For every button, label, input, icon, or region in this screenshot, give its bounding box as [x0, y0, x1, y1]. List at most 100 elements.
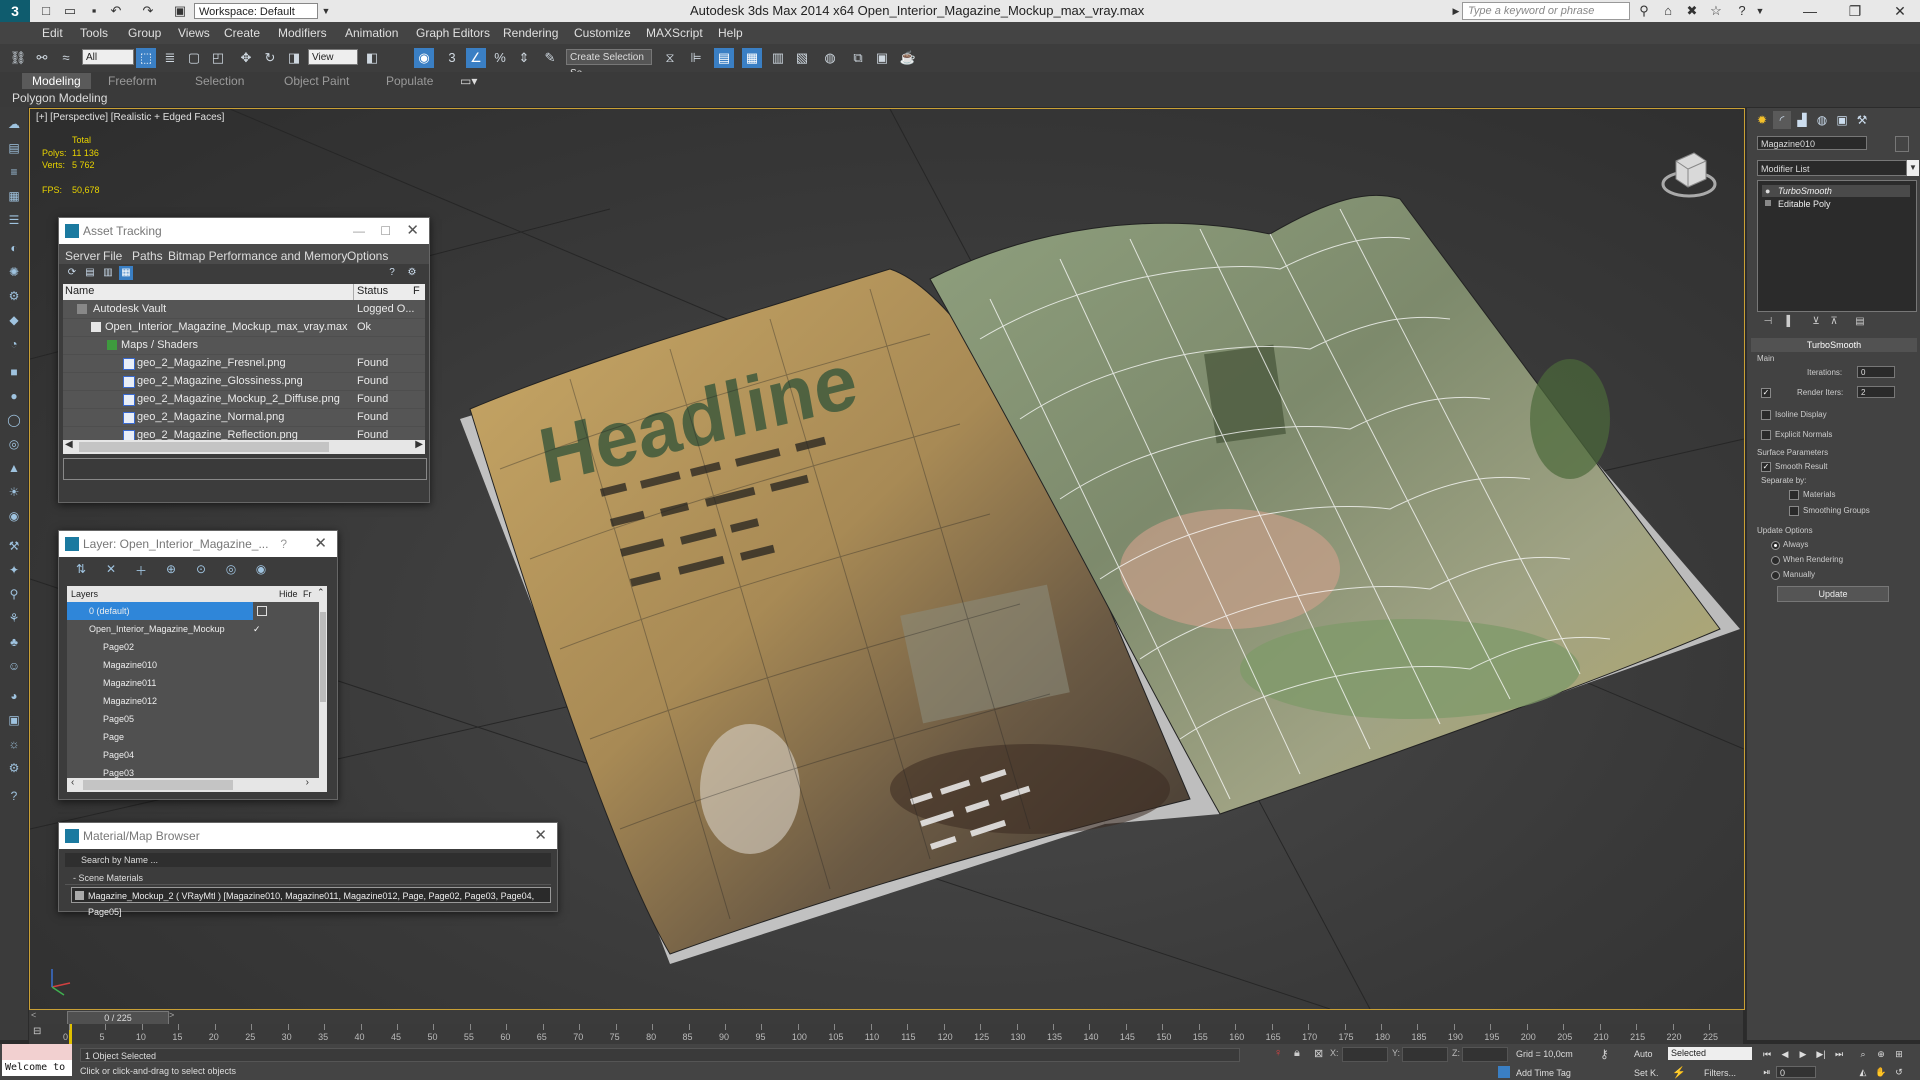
list-item[interactable]: Page — [67, 728, 319, 746]
render-iters-spinner[interactable]: 2 — [1857, 386, 1895, 398]
isoline-display-checkbox[interactable] — [1761, 410, 1771, 420]
percent-snap-icon[interactable]: % — [490, 48, 510, 68]
modifier-icon[interactable]: ⚒ — [5, 537, 23, 555]
column-hide[interactable]: Hide — [279, 589, 298, 599]
refresh-icon[interactable]: ⟳ — [65, 266, 79, 280]
create-tab-icon[interactable]: ✹ — [1753, 111, 1771, 129]
material-search-input[interactable]: Search by Name ... — [65, 853, 551, 867]
menu-group[interactable]: Group — [128, 26, 161, 40]
select-and-scale-icon[interactable]: ◨ — [284, 48, 304, 68]
add-layer-icon[interactable]: ＋ — [133, 562, 149, 578]
save-icon[interactable]: ▪ — [86, 3, 102, 19]
favorites-star-icon[interactable]: ☆ — [1708, 3, 1724, 19]
scroll-left-icon[interactable]: ‹ — [71, 777, 74, 788]
shapes-icon[interactable]: ◔ — [5, 335, 23, 353]
track-bar[interactable]: ⊟ 0 5 10 15 20 25 30 35 40 45 50 55 60 65 70 75 80 85 90 95… — [29, 1024, 1743, 1044]
help-icon[interactable]: ? — [385, 266, 399, 280]
window-crossing-icon[interactable]: ◰ — [208, 48, 228, 68]
menu-create[interactable]: Create — [224, 26, 260, 40]
help-chevron-icon[interactable]: ▼ — [1752, 3, 1768, 19]
light-icon[interactable]: ✺ — [5, 263, 23, 281]
zoom-extents-icon[interactable]: ⊞ — [1892, 1048, 1906, 1060]
workspace-dropdown[interactable]: Workspace: Default — [194, 3, 318, 19]
current-layer-icon[interactable] — [257, 606, 267, 616]
cone-icon[interactable]: ▲ — [5, 459, 23, 477]
modifier-list-dropdown[interactable]: Modifier List — [1757, 160, 1907, 176]
camera-icon[interactable]: ◐ — [5, 239, 23, 257]
tab-freeform[interactable]: Freeform — [108, 74, 157, 88]
help-icon[interactable]: ? — [1734, 3, 1750, 19]
pivot-center-icon[interactable]: ◧ — [362, 48, 382, 68]
ribbon-toggle-icon[interactable]: ▥ — [768, 48, 788, 68]
add-selection-icon[interactable]: ⊕ — [163, 562, 179, 576]
tree-view-icon[interactable]: ▥ — [101, 266, 115, 280]
smooth-result-checkbox[interactable]: ✓ — [1761, 462, 1771, 472]
torus-icon[interactable]: ◎ — [5, 435, 23, 453]
scene-materials-group[interactable]: - Scene Materials — [65, 871, 551, 885]
isolate-icon[interactable]: ♀ — [1274, 1047, 1282, 1059]
scroll-right-icon[interactable]: › — [306, 777, 309, 788]
menu-paths[interactable]: Paths — [132, 249, 163, 263]
set-key-button[interactable]: Set K. — [1634, 1068, 1659, 1078]
field-of-view-icon[interactable]: ◭ — [1856, 1066, 1870, 1078]
list-item[interactable]: Page02 — [67, 638, 319, 656]
time-slider-left-icon[interactable]: < — [31, 1010, 36, 1020]
update-button[interactable]: Update — [1777, 586, 1889, 602]
expand-icon[interactable] — [1765, 200, 1771, 206]
lightbulb-icon[interactable]: ● — [1765, 185, 1770, 197]
vertical-scrollbar[interactable] — [319, 602, 327, 778]
key-filters-button[interactable]: Filters... — [1704, 1068, 1736, 1078]
bind-space-warp-icon[interactable]: ≈ — [56, 48, 76, 68]
scene-explorer-icon[interactable]: ☁ — [5, 115, 23, 133]
always-radio[interactable] — [1771, 541, 1780, 550]
column-layers[interactable]: Layers — [71, 589, 98, 599]
column-extra[interactable]: F — [413, 285, 420, 297]
app-logo-icon[interactable]: 3 — [0, 0, 30, 22]
communication-center-icon[interactable]: ✖ — [1684, 3, 1700, 19]
time-slider-right-icon[interactable]: > — [169, 1010, 174, 1020]
go-to-start-icon[interactable]: ⏮ — [1760, 1048, 1774, 1060]
helper-icon[interactable]: ⚙ — [5, 287, 23, 305]
render-icon[interactable]: ▣ — [5, 711, 23, 729]
show-end-result-icon[interactable]: ▌ — [1783, 316, 1797, 330]
go-to-end-icon[interactable]: ⏭ — [1832, 1048, 1846, 1060]
menu-rendering[interactable]: Rendering — [503, 26, 558, 40]
layer-explorer-titlebar[interactable]: Layer: Open_Interior_Magazine_... ? ✕ — [59, 531, 337, 557]
pin-stack-icon[interactable]: ⊣ — [1761, 316, 1775, 330]
redo-icon[interactable]: ↷ — [140, 3, 156, 19]
character-icon[interactable]: ☺ — [5, 657, 23, 675]
orbit-icon[interactable]: ↺ — [1892, 1066, 1906, 1078]
highlight-icon[interactable]: ◎ — [223, 562, 239, 576]
scroll-left-icon[interactable]: ◀ — [65, 439, 73, 450]
next-frame-icon[interactable]: ▶| — [1814, 1048, 1828, 1060]
y-coordinate-field[interactable] — [1402, 1047, 1448, 1062]
close-icon[interactable]: ✕ — [406, 218, 419, 244]
table-row[interactable]: geo_2_Magazine_Mockup_2_Diffuse.png Foun… — [63, 390, 425, 409]
key-filter-icon[interactable]: ⚡ — [1672, 1066, 1686, 1079]
hierarchy-tab-icon[interactable]: ▟ — [1793, 111, 1811, 129]
pan-icon[interactable]: ✋ — [1874, 1066, 1888, 1078]
unlink-icon[interactable]: ⚯ — [32, 48, 52, 68]
settings-icon[interactable]: ⚙ — [5, 759, 23, 777]
menu-file[interactable]: File — [103, 249, 122, 263]
utilities-tab-icon[interactable]: ⚒ — [1853, 111, 1871, 129]
tab-modeling[interactable]: Modeling — [22, 73, 91, 89]
select-object-icon[interactable]: ⬚ — [136, 48, 156, 68]
smoothing-groups-checkbox[interactable] — [1789, 506, 1799, 516]
key-selection-dropdown[interactable]: Selected — [1668, 1047, 1752, 1060]
stack-item-editable-poly[interactable]: Editable Poly — [1762, 198, 1910, 210]
motion-tab-icon[interactable]: ◍ — [1813, 111, 1831, 129]
maxscript-listener-input[interactable] — [2, 1044, 72, 1060]
polygon-modeling-label[interactable]: Polygon Modeling — [12, 91, 107, 105]
select-by-name-icon[interactable]: ≣ — [160, 48, 180, 68]
close-icon[interactable]: ✕ — [314, 531, 327, 557]
configure-sets-icon[interactable]: ▤ — [1853, 316, 1867, 330]
render-production-icon[interactable]: ☕ — [898, 48, 918, 68]
rendered-frame-window-icon[interactable]: ▣ — [872, 48, 892, 68]
list-icon[interactable]: ☰ — [5, 211, 23, 229]
menu-help[interactable]: Help — [718, 26, 743, 40]
menu-options[interactable]: Options — [347, 249, 388, 263]
menu-tools[interactable]: Tools — [80, 26, 108, 40]
zoom-icon[interactable]: ⌕ — [1856, 1048, 1870, 1060]
list-item[interactable]: Page05 — [67, 710, 319, 728]
